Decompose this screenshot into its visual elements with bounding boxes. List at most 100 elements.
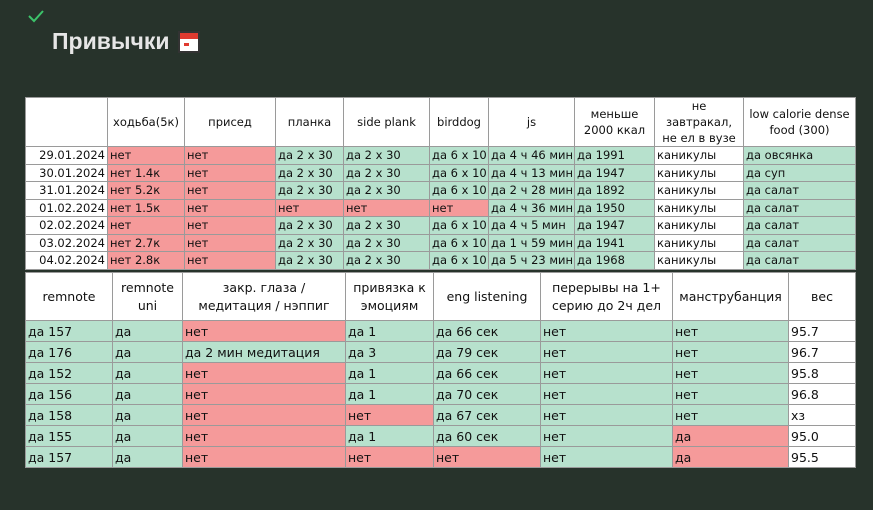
table-cell[interactable]: да 152 xyxy=(25,362,113,384)
table-cell[interactable]: да 2 x 30 xyxy=(343,251,430,270)
table-cell[interactable]: да 1 ч 59 мин xyxy=(488,233,575,252)
table-cell[interactable]: да 2 x 30 xyxy=(275,181,344,200)
table-cell[interactable]: да 2 x 30 xyxy=(275,163,344,182)
table-cell[interactable]: нет 5.2к xyxy=(107,181,185,200)
table-cell[interactable]: нет xyxy=(429,198,489,217)
column-header[interactable]: не завтракал, не ел в вузе xyxy=(654,97,744,147)
table-cell[interactable]: да 157 xyxy=(25,320,113,342)
column-header[interactable]: манструбанция xyxy=(672,272,789,321)
date-cell[interactable]: 29.01.2024 xyxy=(25,146,108,165)
table-cell[interactable]: да 1968 xyxy=(574,251,655,270)
table-cell[interactable]: да 1 xyxy=(345,425,434,447)
table-cell[interactable]: да xyxy=(672,425,789,447)
table-cell[interactable]: да 2 x 30 xyxy=(343,163,430,182)
column-header[interactable]: закр. глаза / медитация / нэппиг xyxy=(182,272,346,321)
table-cell[interactable]: нет xyxy=(182,404,346,426)
column-header[interactable]: присед xyxy=(184,97,276,147)
table-cell[interactable]: да 2 x 30 xyxy=(343,233,430,252)
table-cell[interactable]: да 155 xyxy=(25,425,113,447)
table-cell[interactable]: да 2 x 30 xyxy=(343,146,430,165)
table-cell[interactable]: нет xyxy=(182,446,346,468)
column-header[interactable]: birddog xyxy=(429,97,489,147)
table-cell[interactable]: каникулы xyxy=(654,181,744,200)
table-cell[interactable]: да xyxy=(112,404,183,426)
table-cell[interactable]: да 6 x 10 xyxy=(429,146,489,165)
table-cell[interactable]: да 6 x 10 xyxy=(429,181,489,200)
column-header[interactable]: side plank xyxy=(343,97,430,147)
table-cell[interactable]: да xyxy=(112,341,183,363)
table-cell[interactable]: да 1941 xyxy=(574,233,655,252)
date-cell[interactable]: 31.01.2024 xyxy=(25,181,108,200)
table-cell[interactable]: да 5 ч 23 мин xyxy=(488,251,575,270)
table-cell[interactable]: да 6 x 10 xyxy=(429,251,489,270)
table-cell[interactable]: да 1947 xyxy=(574,163,655,182)
table-cell[interactable]: да 2 x 30 xyxy=(275,233,344,252)
table-cell[interactable]: нет xyxy=(672,383,789,405)
table-cell[interactable]: хз xyxy=(788,404,856,426)
table-cell[interactable]: 95.8 xyxy=(788,362,856,384)
table-cell[interactable]: да 70 сек xyxy=(433,383,541,405)
column-header[interactable] xyxy=(25,97,108,147)
column-header[interactable]: привязка к эмоциям xyxy=(345,272,434,321)
column-header[interactable]: ходьба(5к) xyxy=(107,97,185,147)
table-cell[interactable]: да 4 ч 5 мин xyxy=(488,216,575,235)
date-cell[interactable]: 03.02.2024 xyxy=(25,233,108,252)
table-cell[interactable]: да 4 ч 46 мин xyxy=(488,146,575,165)
table-cell[interactable]: да 1 xyxy=(345,320,434,342)
table-cell[interactable]: да 158 xyxy=(25,404,113,426)
table-cell[interactable]: да 4 ч 36 мин xyxy=(488,198,575,217)
column-header[interactable]: js xyxy=(488,97,575,147)
table-cell[interactable]: да 2 ч 28 мин xyxy=(488,181,575,200)
table-cell[interactable]: да 60 сек xyxy=(433,425,541,447)
table-cell[interactable]: да xyxy=(112,446,183,468)
table-cell[interactable]: да 1 xyxy=(345,383,434,405)
table-cell[interactable]: да 6 x 10 xyxy=(429,163,489,182)
table-cell[interactable]: 96.8 xyxy=(788,383,856,405)
table-cell[interactable]: да 67 сек xyxy=(433,404,541,426)
table-cell[interactable]: да xyxy=(112,362,183,384)
table-cell[interactable]: да 2 x 30 xyxy=(343,216,430,235)
table-cell[interactable]: нет xyxy=(345,446,434,468)
table-cell[interactable]: нет xyxy=(540,341,673,363)
table-cell[interactable]: да 6 x 10 xyxy=(429,233,489,252)
table-cell[interactable]: нет xyxy=(184,163,276,182)
date-cell[interactable]: 30.01.2024 xyxy=(25,163,108,182)
table-cell[interactable]: да 2 x 30 xyxy=(343,181,430,200)
table-cell[interactable]: нет xyxy=(540,446,673,468)
table-cell[interactable]: каникулы xyxy=(654,251,744,270)
table-cell[interactable]: нет xyxy=(107,146,185,165)
table-cell[interactable]: нет xyxy=(540,383,673,405)
table-cell[interactable]: да 2 x 30 xyxy=(275,216,344,235)
table-cell[interactable]: нет xyxy=(540,404,673,426)
table-cell[interactable]: да салат xyxy=(743,251,856,270)
table-cell[interactable]: да 1950 xyxy=(574,198,655,217)
date-cell[interactable]: 02.02.2024 xyxy=(25,216,108,235)
table-cell[interactable]: нет xyxy=(343,198,430,217)
table-cell[interactable]: да 1 xyxy=(345,362,434,384)
table-cell[interactable]: каникулы xyxy=(654,146,744,165)
table-cell[interactable]: нет xyxy=(540,362,673,384)
column-header[interactable]: remnote uni xyxy=(112,272,183,321)
table-cell[interactable]: да 66 сек xyxy=(433,320,541,342)
table-cell[interactable]: нет xyxy=(184,251,276,270)
table-cell[interactable]: нет xyxy=(184,181,276,200)
column-header[interactable]: планка xyxy=(275,97,344,147)
table-cell[interactable]: нет 2.8к xyxy=(107,251,185,270)
table-cell[interactable]: нет xyxy=(184,198,276,217)
table-cell[interactable]: 96.7 xyxy=(788,341,856,363)
table-cell[interactable]: нет xyxy=(433,446,541,468)
table-cell[interactable]: нет xyxy=(182,362,346,384)
table-cell[interactable]: нет xyxy=(182,425,346,447)
table-cell[interactable]: нет xyxy=(184,216,276,235)
table-cell[interactable]: да салат xyxy=(743,233,856,252)
table-cell[interactable]: нет xyxy=(540,320,673,342)
date-cell[interactable]: 04.02.2024 xyxy=(25,251,108,270)
table-cell[interactable]: каникулы xyxy=(654,198,744,217)
table-cell[interactable]: да 1892 xyxy=(574,181,655,200)
table-cell[interactable]: нет xyxy=(672,320,789,342)
table-cell[interactable]: да 156 xyxy=(25,383,113,405)
column-header[interactable]: вес xyxy=(788,272,856,321)
table-cell[interactable]: нет xyxy=(107,216,185,235)
table-cell[interactable]: да 6 x 10 xyxy=(429,216,489,235)
table-cell[interactable]: да 1947 xyxy=(574,216,655,235)
